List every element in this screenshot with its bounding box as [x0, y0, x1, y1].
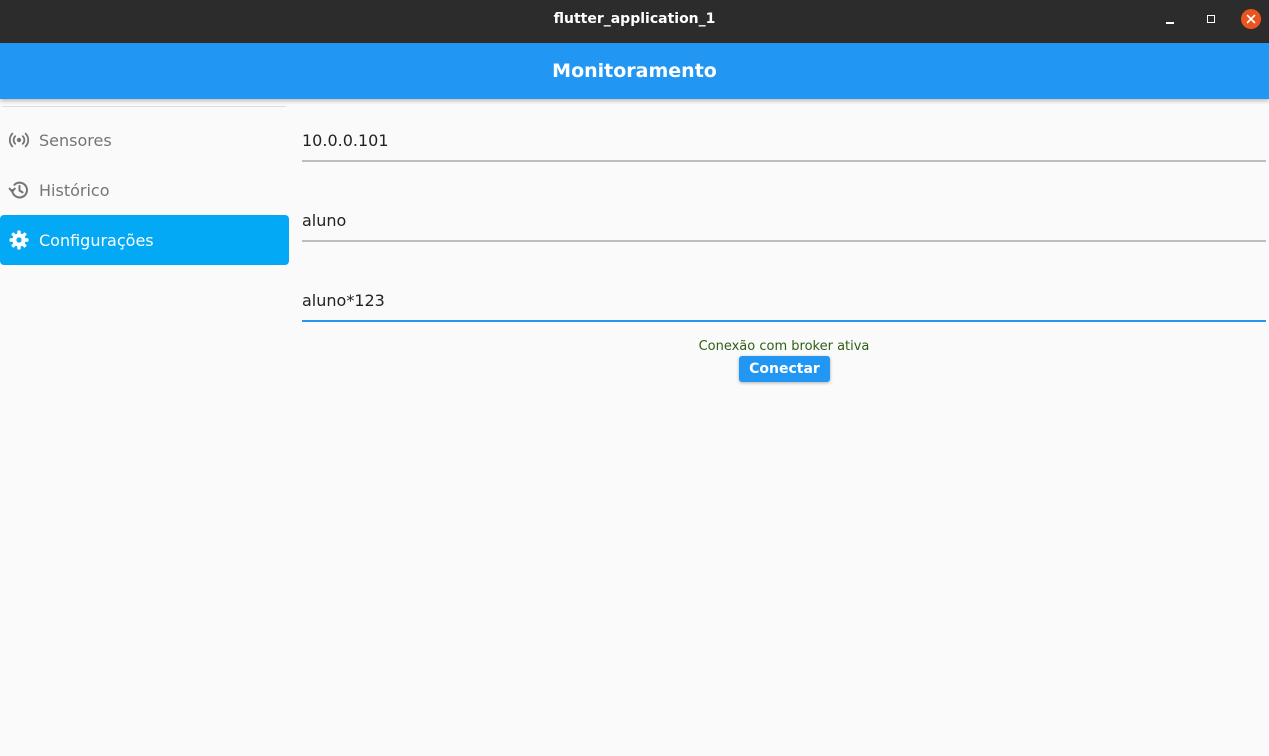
window-titlebar: flutter_application_1: [0, 0, 1269, 43]
maximize-icon: [1207, 15, 1215, 23]
sidebar-item-label: Configurações: [39, 230, 154, 250]
field-underline: [302, 320, 1266, 322]
close-icon: [1246, 14, 1256, 24]
username-input[interactable]: [302, 202, 1266, 238]
broker-address-field: [302, 122, 1266, 162]
sidebar-item-configuracoes[interactable]: Configurações: [0, 215, 289, 265]
broker-address-input[interactable]: [302, 122, 1266, 158]
sidebar-item-label: Sensores: [39, 130, 112, 150]
close-button[interactable]: [1241, 9, 1261, 29]
sidebar-item-historico[interactable]: Histórico: [0, 165, 289, 215]
connect-button-label: Conectar: [749, 361, 820, 377]
connection-status-text: Conexão com broker ativa: [698, 339, 870, 354]
maximize-button[interactable]: [1201, 9, 1221, 29]
password-field: [302, 282, 1266, 322]
field-underline: [302, 240, 1266, 242]
sidebar-item-label: Histórico: [39, 180, 110, 200]
sidebar-item-sensores[interactable]: Sensores: [0, 115, 289, 165]
app-bar: Monitoramento: [0, 43, 1269, 99]
minimize-button[interactable]: [1160, 9, 1180, 29]
connect-button[interactable]: Conectar: [739, 356, 830, 382]
minimize-icon: [1166, 22, 1174, 24]
sidebar: Sensores Histórico Configurações: [0, 99, 290, 756]
sensors-icon: [8, 129, 30, 151]
history-icon: [8, 179, 30, 201]
settings-gear-icon: [8, 229, 30, 251]
sidebar-divider: [2, 106, 286, 107]
window-title: flutter_application_1: [553, 11, 716, 27]
username-field: [302, 202, 1266, 242]
field-underline: [302, 160, 1266, 162]
password-input[interactable]: [302, 282, 1266, 318]
app-title: Monitoramento: [552, 60, 717, 82]
